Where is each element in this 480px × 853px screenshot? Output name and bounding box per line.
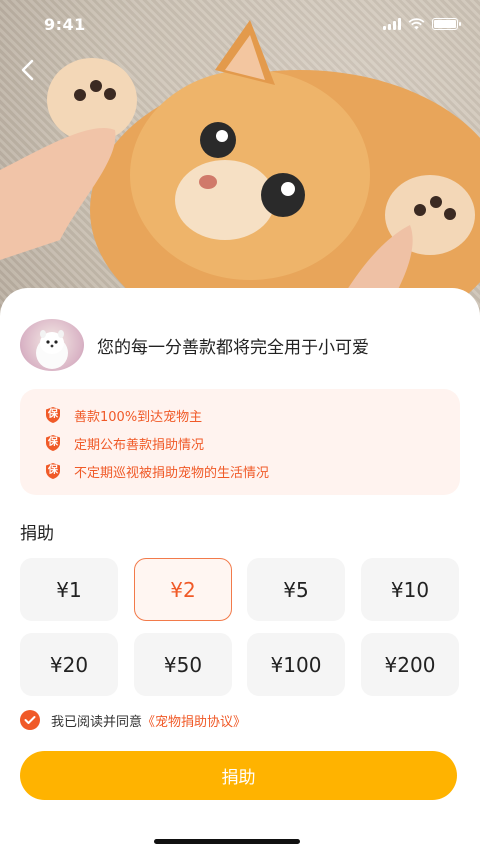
amount-option[interactable]: ¥20 (20, 633, 118, 696)
guarantee-text: 不定期巡视被捐助宠物的生活情况 (74, 465, 270, 481)
cat-illustration (0, 20, 480, 320)
agreement-link[interactable]: 《宠物捐助协议》 (142, 711, 246, 730)
checkmark-icon (24, 716, 36, 724)
battery-icon (432, 18, 461, 30)
shield-icon: 保 (44, 462, 62, 480)
intro-row: 您的每一分善款都将完全用于小可爱 (20, 319, 369, 371)
amount-option[interactable]: ¥5 (247, 558, 345, 621)
wifi-icon (408, 18, 425, 30)
hero-cat-photo (0, 0, 480, 320)
shield-icon: 保 (44, 434, 62, 452)
home-indicator (154, 839, 300, 844)
agreement-row: 我已阅读并同意 《宠物捐助协议》 (20, 710, 246, 730)
intro-text: 您的每一分善款都将完全用于小可爱 (97, 337, 369, 358)
dog-avatar-icon (36, 330, 68, 369)
status-time: 9:41 (44, 14, 86, 34)
guarantee-item: 保 善款100%到达宠物主 (44, 401, 460, 429)
guarantee-item: 保 不定期巡视被捐助宠物的生活情况 (44, 457, 460, 485)
status-icons (383, 18, 461, 30)
agreement-text: 我已阅读并同意 (51, 714, 143, 730)
amount-option[interactable]: ¥10 (361, 558, 459, 621)
chevron-left-icon (21, 59, 34, 81)
agree-checkbox[interactable] (20, 710, 40, 730)
donation-sheet: 您的每一分善款都将完全用于小可爱 保 善款100%到达宠物主 保 定期公布善款捐… (0, 288, 480, 853)
amount-option[interactable]: ¥2 (134, 558, 232, 621)
amount-option[interactable]: ¥200 (361, 633, 459, 696)
shield-icon: 保 (44, 406, 62, 424)
amount-option[interactable]: ¥1 (20, 558, 118, 621)
pet-avatar (20, 319, 84, 371)
donate-section-title: 捐助 (20, 524, 54, 544)
back-button[interactable] (12, 54, 44, 86)
amount-option[interactable]: ¥50 (134, 633, 232, 696)
donate-button[interactable]: 捐助 (20, 751, 457, 800)
guarantee-box: 保 善款100%到达宠物主 保 定期公布善款捐助情况 保 不定期巡视被捐助宠物的… (20, 389, 460, 495)
guarantee-item: 保 定期公布善款捐助情况 (44, 429, 460, 457)
cellular-signal-icon (383, 18, 401, 30)
amount-option[interactable]: ¥100 (247, 633, 345, 696)
guarantee-text: 定期公布善款捐助情况 (74, 437, 205, 453)
guarantee-text: 善款100%到达宠物主 (74, 409, 203, 425)
status-bar: 9:41 (0, 0, 480, 48)
